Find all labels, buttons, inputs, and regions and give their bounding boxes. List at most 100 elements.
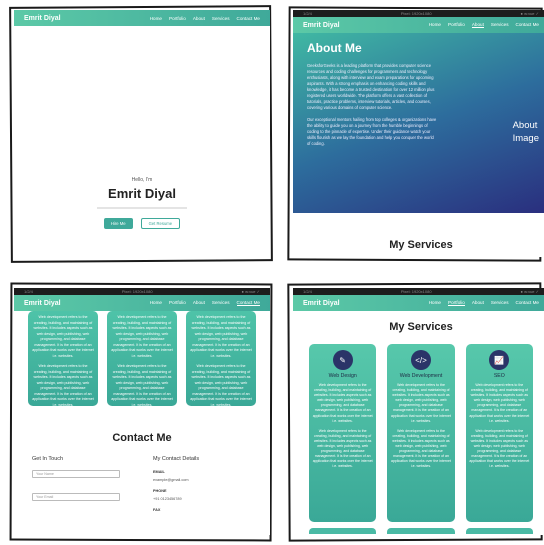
brand-logo[interactable]: Emrit Diyal xyxy=(303,22,340,29)
nav-link-home[interactable]: Home xyxy=(150,16,162,21)
nav-link-home[interactable]: Home xyxy=(429,300,441,306)
recorder-left: 1/2/4 xyxy=(24,289,33,294)
name-field[interactable]: Your Name xyxy=(32,470,120,478)
email-label: EMAIL xyxy=(153,470,165,474)
service-name: SEO xyxy=(493,373,505,379)
nav-link-services[interactable]: Services xyxy=(212,16,230,21)
phone-label: PHONE xyxy=(153,489,167,493)
hero-subtitle-line xyxy=(97,207,187,209)
nav-link-contact[interactable]: Contact Me xyxy=(237,16,261,21)
fax-label: FAX xyxy=(153,508,161,512)
brand-logo[interactable]: Emrit Diyal xyxy=(24,15,61,22)
service-card: Web development refers to the creating, … xyxy=(186,311,256,407)
about-paragraph: GeeksforGeeks is a leading platform that… xyxy=(307,63,435,110)
nav-links: Home Portfolio About Services Contact Me xyxy=(429,22,539,28)
service-card-web-development: </> Web Development Web development refe… xyxy=(387,344,455,522)
nav-link-portfolio[interactable]: Portfolio xyxy=(169,300,186,306)
nav-link-services[interactable]: Services xyxy=(491,22,509,28)
service-card-seo: 📈 SEO Web development refers to the crea… xyxy=(465,344,533,522)
recorder-right: ● w:vue ✓ xyxy=(520,11,539,16)
hero-greeting: Hello, I'm xyxy=(131,177,153,183)
nav-link-portfolio[interactable]: Portfolio xyxy=(448,22,465,28)
service-name: Web Design xyxy=(328,373,357,379)
nav-link-about[interactable]: About xyxy=(471,22,484,28)
brand-logo[interactable]: Emrit Diyal xyxy=(303,300,340,307)
service-description: Web development refers to the creating, … xyxy=(190,315,252,358)
service-description: Web development refers to the creating, … xyxy=(391,428,451,469)
nav-link-about[interactable]: About xyxy=(472,300,484,306)
chart-icon: 📈 xyxy=(489,350,510,370)
about-image-alt: About xyxy=(512,120,538,131)
get-in-touch-heading: Get In Touch xyxy=(32,456,64,462)
service-card xyxy=(465,528,533,534)
contact-screenshot: 1/2/4 Pixel: 1920x1080 ● w:vue ✓ Emrit D… xyxy=(14,288,270,535)
navbar: Emrit Diyal Home Portfolio About Service… xyxy=(293,295,544,311)
email-field[interactable]: Your Email xyxy=(32,493,120,501)
services-screenshot: 1/2/4 Pixel: 1920x1080 ● w:vue ✓ Emrit D… xyxy=(293,288,544,535)
services-title: My Services xyxy=(389,321,453,333)
service-description: Web development refers to the creating, … xyxy=(469,383,530,423)
service-description: Web development refers to the creating, … xyxy=(111,364,173,407)
nav-link-contact[interactable]: Contact Me xyxy=(516,300,540,306)
hire-me-button[interactable]: Hire Me xyxy=(103,218,133,229)
navbar: Emrit Diyal Home Portfolio About Service… xyxy=(293,17,544,33)
hero-name: Emrit Diyal xyxy=(108,186,176,201)
about-image-alt: Image xyxy=(512,133,539,144)
code-icon: </> xyxy=(410,350,431,370)
services-cards-peek xyxy=(293,528,544,534)
recorder-center: Pixel: 1920x1080 xyxy=(400,289,432,294)
nav-link-contact[interactable]: Contact Me xyxy=(236,300,260,306)
service-description: Web development refers to the creating, … xyxy=(190,364,252,407)
about-title: About Me xyxy=(307,41,362,55)
service-description: Web development refers to the creating, … xyxy=(469,428,530,469)
nav-links: Home Portfolio About Services Contact Me xyxy=(429,300,539,306)
hero-buttons: Hire Me Get Resume xyxy=(103,218,181,229)
hero-screenshot: Emrit Diyal Home Portfolio About Service… xyxy=(14,10,270,257)
contact-details: My Contact Details EMAIL example@gmail.c… xyxy=(153,456,252,516)
services-title: My Services xyxy=(389,239,453,251)
navbar: Emrit Diyal Home Portfolio About Service… xyxy=(14,10,270,26)
nav-links: Home Portfolio About Services Contact Me xyxy=(150,300,260,306)
paintbrush-icon: ✎ xyxy=(332,350,353,370)
get-resume-button[interactable]: Get Resume xyxy=(140,218,181,229)
nav-link-services[interactable]: Services xyxy=(491,300,509,306)
nav-link-portfolio[interactable]: Portfolio xyxy=(169,16,186,21)
service-card-web-design: ✎ Web Design Web development refers to t… xyxy=(309,344,377,522)
recorder-bar: 1/2/4 Pixel: 1920x1080 ● w:vue ✓ xyxy=(293,10,544,17)
recorder-center: Pixel: 1920x1080 xyxy=(121,289,153,294)
about-screenshot: 1/2/4 Pixel: 1920x1080 ● w:vue ✓ Emrit D… xyxy=(293,10,544,257)
service-description: Web development refers to the creating, … xyxy=(111,315,173,358)
phone-value: +91 0123456789 xyxy=(153,497,182,501)
service-name: Web Development xyxy=(399,373,443,379)
about-section: About Me GeeksforGeeks is a leading plat… xyxy=(293,33,544,213)
nav-link-about[interactable]: About xyxy=(193,300,205,306)
email-value: example@gmail.com xyxy=(153,478,189,482)
recorder-left: 1/2/4 xyxy=(303,289,312,294)
hero-section: Hello, I'm Emrit Diyal Hire Me Get Resum… xyxy=(14,26,270,257)
service-card: Web development refers to the creating, … xyxy=(107,311,177,407)
nav-link-contact[interactable]: Contact Me xyxy=(516,22,540,28)
nav-link-portfolio[interactable]: Portfolio xyxy=(448,300,465,306)
nav-link-home[interactable]: Home xyxy=(429,22,441,28)
recorder-right: ● w:vue ✓ xyxy=(520,289,539,294)
recorder-right: ● w:vue ✓ xyxy=(241,289,260,294)
brand-logo[interactable]: Emrit Diyal xyxy=(24,300,61,307)
contact-details-heading: My Contact Details xyxy=(153,456,200,462)
service-card xyxy=(387,528,455,534)
recorder-bar: 1/2/4 Pixel: 1920x1080 ● w:vue ✓ xyxy=(14,288,270,295)
service-card xyxy=(309,528,377,534)
service-cards-row: ✎ Web Design Web development refers to t… xyxy=(293,344,544,522)
service-description: Web development refers to the creating, … xyxy=(312,383,373,423)
service-description: Web development refers to the creating, … xyxy=(32,315,94,358)
service-card: Web development refers to the creating, … xyxy=(28,311,98,407)
about-image-placeholder: About Image xyxy=(513,119,539,145)
recorder-left: 1/2/4 xyxy=(303,11,312,16)
contact-form: Get In Touch Your Name Your Email xyxy=(32,456,131,516)
nav-link-services[interactable]: Services xyxy=(212,300,230,306)
contact-title: Contact Me xyxy=(112,432,172,444)
nav-link-home[interactable]: Home xyxy=(150,300,162,306)
about-paragraph: Our exceptional mentors hailing from top… xyxy=(307,117,437,146)
recorder-center: Pixel: 1920x1080 xyxy=(400,11,432,16)
recorder-bar: 1/2/4 Pixel: 1920x1080 ● w:vue ✓ xyxy=(293,288,544,295)
nav-link-about[interactable]: About xyxy=(193,16,205,21)
